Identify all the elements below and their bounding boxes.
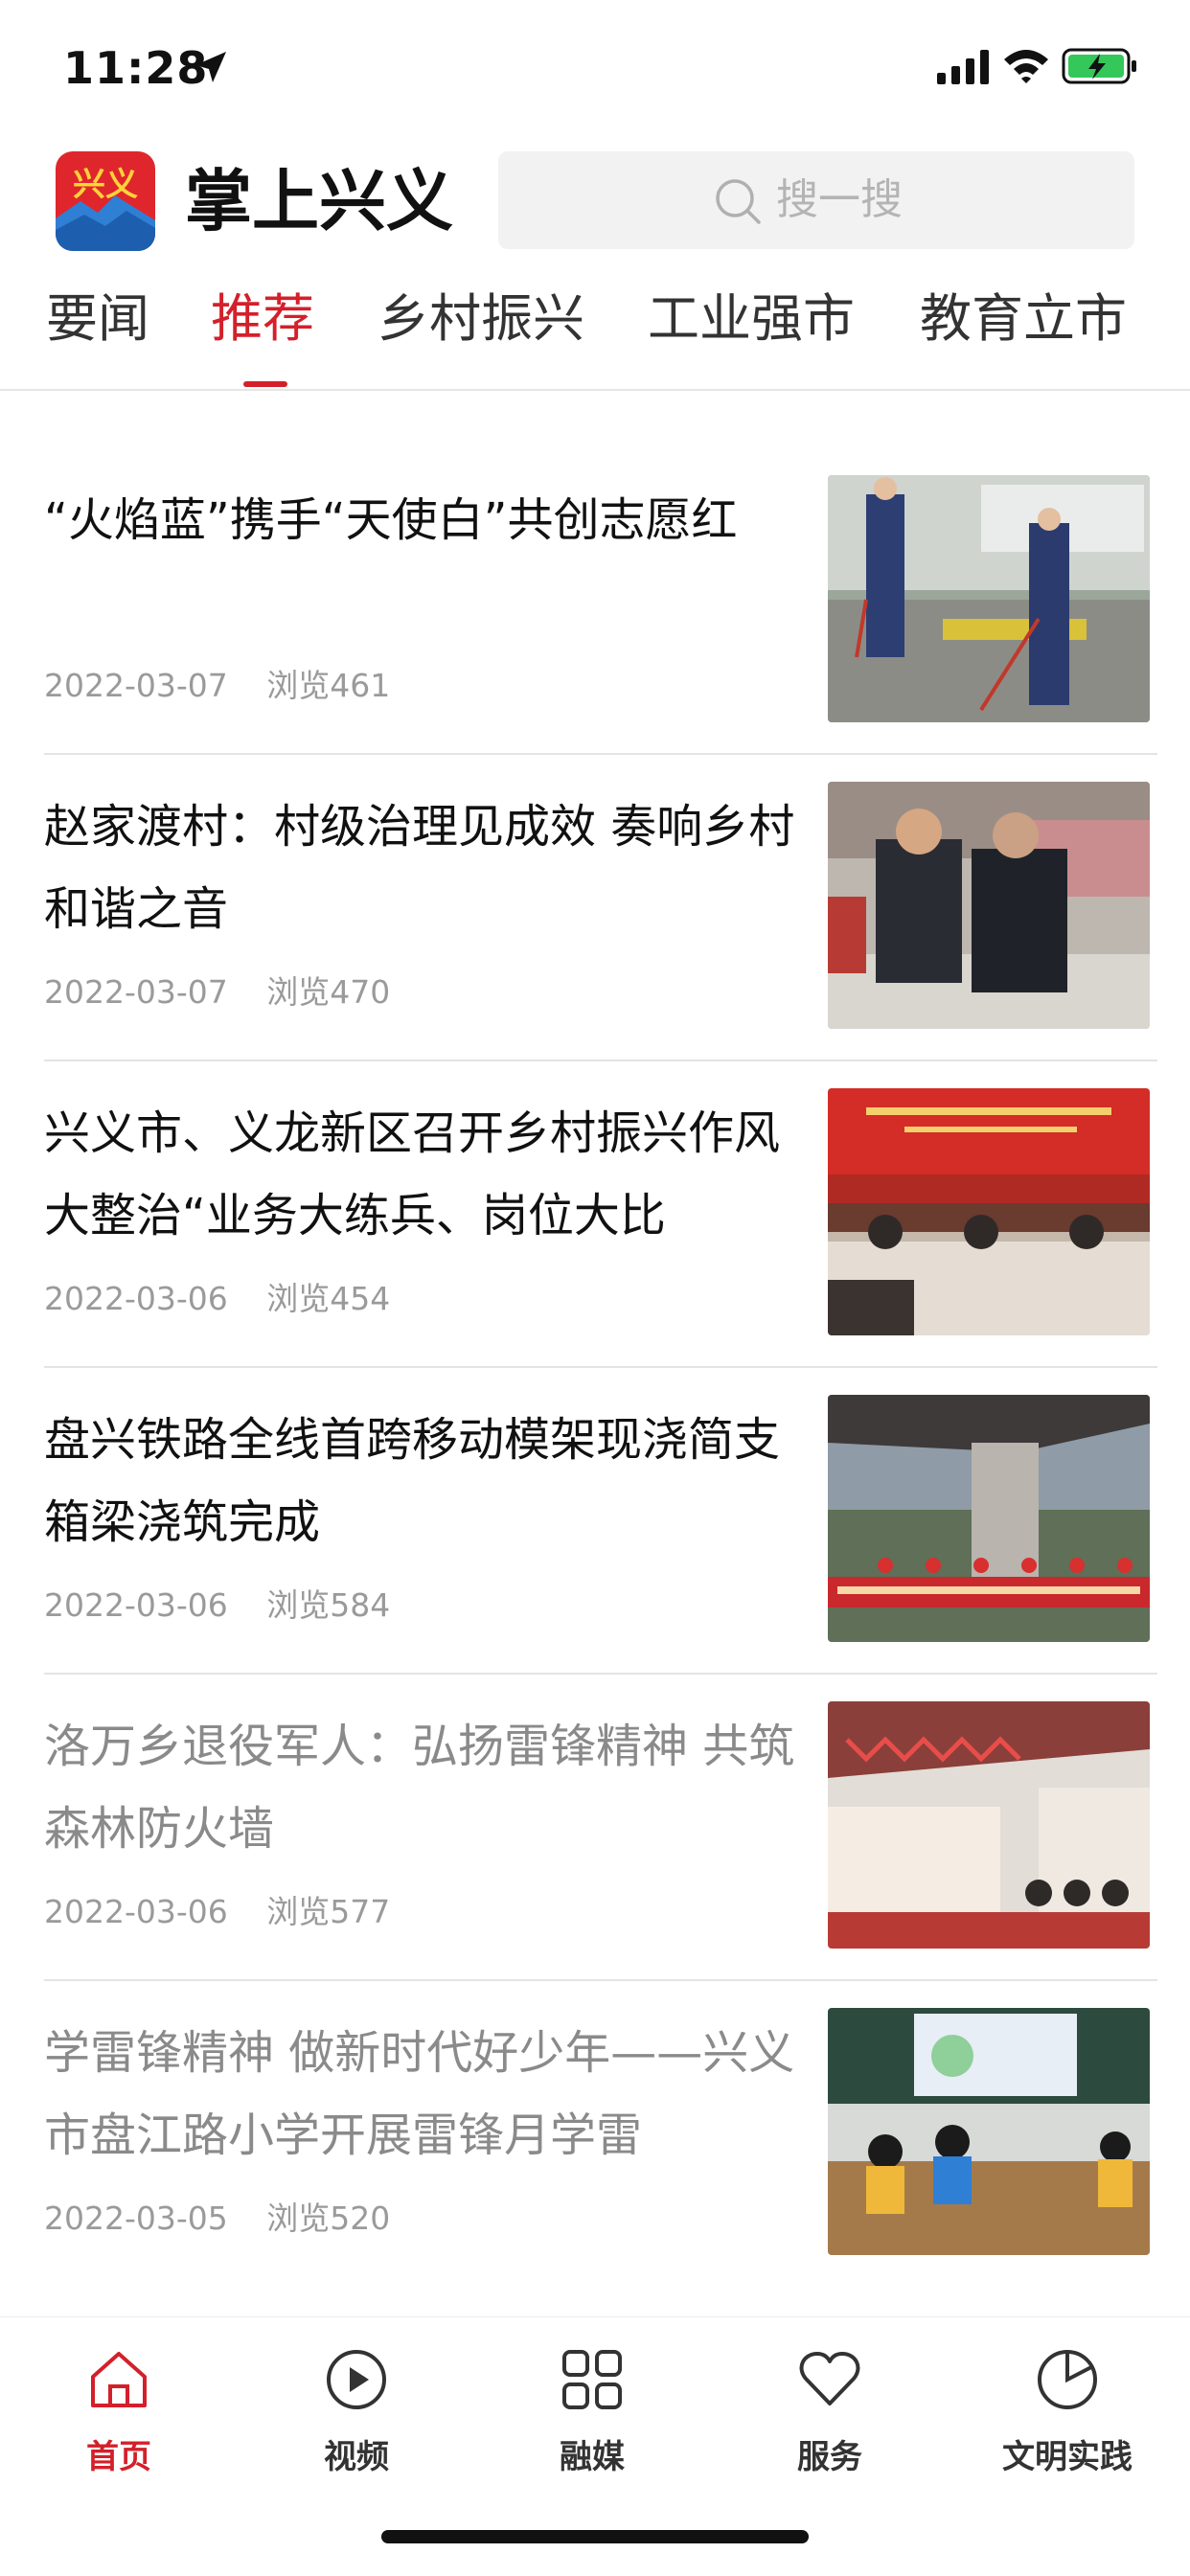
article-meta: 2022-03-07 浏览470	[44, 971, 419, 1014]
article-item[interactable]: 盘兴铁路全线首跨移动模架现浇简支箱梁浇筑完成 2022-03-06 浏览584	[44, 1395, 1157, 1699]
article-item[interactable]: “火焰蓝”携手“天使白”共创志愿红 2022-03-07 浏览461	[44, 475, 1157, 780]
article-date: 2022-03-06	[44, 1586, 228, 1624]
heart-icon	[799, 2352, 860, 2405]
article-item[interactable]: 学雷锋精神 做新时代好少年——兴义市盘江路小学开展雷锋月学雷 2022-03-0…	[44, 2008, 1150, 2313]
article-date: 2022-03-07	[44, 973, 228, 1011]
article-title: 洛万乡退役军人：弘扬雷锋精神 共筑森林防火墙	[44, 1720, 795, 1856]
article-views: 浏览577	[266, 1893, 391, 1930]
article-title: 盘兴铁路全线首跨移动模架现浇简支箱梁浇筑完成	[44, 1413, 781, 1549]
article-item[interactable]: 洛万乡退役军人：弘扬雷锋精神 共筑森林防火墙 2022-03-06 浏览577	[44, 1701, 1157, 2006]
app-title: 掌上兴义	[185, 162, 453, 240]
home-indicator[interactable]	[381, 2530, 809, 2543]
article-item[interactable]: 兴义市、义龙新区召开乡村振兴作风大整治“业务大练兵、岗位大比 2022-03-0…	[44, 1088, 1157, 1393]
nav-service[interactable]: 服务	[753, 2337, 906, 2499]
article-meta: 2022-03-05 浏览520	[44, 2198, 419, 2240]
tab-jiaoyu-lishi[interactable]: 教育立市	[920, 285, 1127, 353]
grid-icon	[562, 2350, 622, 2409]
article-thumbnail	[828, 1701, 1150, 1949]
tab-tuijian[interactable]: 推荐	[211, 285, 314, 353]
article-views: 浏览584	[266, 1586, 391, 1624]
nav-service-label: 服务	[797, 2438, 862, 2476]
status-time: 11:28	[63, 42, 209, 94]
article-item[interactable]: 赵家渡村：村级治理见成效 奏响乡村和谐之音 2022-03-07 浏览470	[44, 782, 1157, 1086]
search-placeholder: 搜一搜	[776, 175, 903, 224]
article-thumbnail	[828, 1088, 1150, 1335]
article-divider	[44, 1060, 1157, 1061]
battery-charging-icon	[1062, 48, 1136, 84]
article-divider	[44, 753, 1157, 755]
nav-media[interactable]: 融媒	[515, 2337, 669, 2499]
status-bar: 11:28	[0, 0, 1190, 144]
article-date: 2022-03-05	[44, 2200, 228, 2237]
article-meta: 2022-03-06 浏览584	[44, 1584, 419, 1627]
article-divider	[44, 1673, 1157, 1675]
article-date: 2022-03-06	[44, 1893, 228, 1930]
home-icon	[91, 2352, 147, 2407]
app-logo-text: 兴义	[73, 166, 138, 204]
article-divider	[44, 1979, 1157, 1981]
article-divider	[44, 1366, 1157, 1368]
article-views: 浏览461	[266, 667, 391, 704]
search-icon	[716, 179, 761, 224]
article-thumbnail	[828, 475, 1150, 722]
nav-civilization-label: 文明实践	[1002, 2438, 1133, 2476]
active-tab-indicator	[243, 381, 287, 387]
tab-yaowen[interactable]: 要闻	[46, 285, 149, 353]
article-title: 赵家渡村：村级治理见成效 奏响乡村和谐之音	[44, 800, 795, 936]
wifi-icon	[1004, 50, 1048, 83]
cellular-signal-icon	[937, 50, 989, 84]
article-views: 浏览520	[266, 2200, 391, 2237]
nav-home-label: 首页	[86, 2438, 151, 2476]
pie-icon	[1038, 2350, 1097, 2409]
article-meta: 2022-03-07 浏览461	[44, 665, 419, 707]
article-title: 兴义市、义龙新区召开乡村振兴作风大整治“业务大练兵、岗位大比	[44, 1106, 781, 1242]
nav-home[interactable]: 首页	[42, 2337, 195, 2499]
tab-xiangcun-zhenxing[interactable]: 乡村振兴	[378, 285, 584, 353]
location-arrow-icon	[195, 52, 226, 82]
article-title: 学雷锋精神 做新时代好少年——兴义市盘江路小学开展雷锋月学雷	[44, 2026, 795, 2162]
nav-video-label: 视频	[324, 2438, 389, 2476]
article-thumbnail	[828, 782, 1150, 1029]
article-title: “火焰蓝”携手“天使白”共创志愿红	[44, 493, 738, 547]
search-input[interactable]: 搜一搜	[498, 151, 1134, 249]
article-date: 2022-03-06	[44, 1280, 228, 1317]
app-logo: 兴义	[56, 151, 155, 251]
article-date: 2022-03-07	[44, 667, 228, 704]
nav-video[interactable]: 视频	[280, 2337, 433, 2499]
article-thumbnail	[828, 2008, 1150, 2255]
article-views: 浏览454	[266, 1280, 391, 1317]
article-thumbnail	[828, 1395, 1150, 1642]
article-views: 浏览470	[266, 973, 391, 1011]
article-meta: 2022-03-06 浏览577	[44, 1891, 419, 1933]
app-logo-icon: 兴义	[56, 151, 155, 251]
nav-civilization[interactable]: 文明实践	[991, 2337, 1144, 2499]
article-meta: 2022-03-06 浏览454	[44, 1278, 419, 1320]
nav-media-label: 融媒	[560, 2438, 625, 2476]
category-tabs: 要闻 推荐 乡村振兴 工业强市 教育立市	[0, 268, 1190, 391]
tab-gongye-qiangshi[interactable]: 工业强市	[648, 285, 855, 353]
play-icon	[327, 2350, 386, 2409]
